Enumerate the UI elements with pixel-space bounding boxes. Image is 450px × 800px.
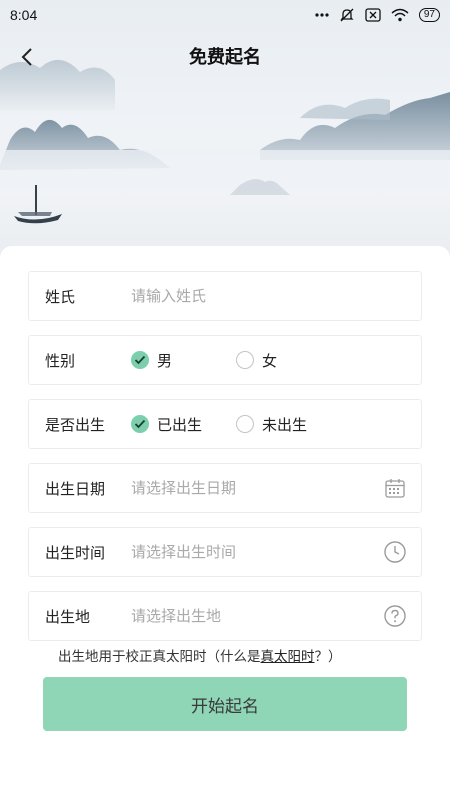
born-no-radio[interactable]: 未出生 xyxy=(236,414,307,435)
start-naming-button[interactable]: 开始起名 xyxy=(43,677,407,731)
gender-female-radio[interactable]: 女 xyxy=(236,350,277,371)
gender-radio-group: 男 女 xyxy=(131,350,421,371)
page-title: 免费起名 xyxy=(189,47,261,67)
note-suffix: ？） xyxy=(314,649,342,664)
mute-bell-icon xyxy=(339,7,355,23)
birth-time-input[interactable] xyxy=(131,543,375,561)
gender-male-radio[interactable]: 男 xyxy=(131,350,236,371)
born-no-label: 未出生 xyxy=(262,416,308,434)
birth-time-label: 出生时间 xyxy=(45,544,106,562)
gender-female-label: 女 xyxy=(262,352,278,370)
surname-label: 姓氏 xyxy=(45,288,76,306)
clock-icon[interactable] xyxy=(375,532,415,572)
chevron-left-icon xyxy=(21,48,32,66)
birth-date-label: 出生日期 xyxy=(45,480,106,498)
nav-bar: 免费起名 xyxy=(0,36,450,76)
surname-row: 姓氏 xyxy=(28,271,422,321)
birth-place-label: 出生地 xyxy=(45,608,91,626)
wifi-icon xyxy=(391,8,409,22)
born-yes-radio[interactable]: 已出生 xyxy=(131,414,236,435)
birth-place-row[interactable]: 出生地 xyxy=(28,591,422,641)
solar-time-note: 出生地用于校正真太阳时（什么是真太阳时？） xyxy=(58,645,342,665)
dots-icon xyxy=(315,13,329,17)
born-radio-group: 已出生 未出生 xyxy=(131,414,421,435)
surname-input[interactable] xyxy=(131,287,421,305)
battery-icon: 97 xyxy=(418,8,440,22)
gender-label: 性别 xyxy=(45,352,76,370)
birth-date-input[interactable] xyxy=(131,479,375,497)
check-icon xyxy=(131,351,149,369)
note-prefix: 出生地用于校正真太阳时（什么是 xyxy=(58,649,261,664)
radio-empty-icon xyxy=(236,415,254,433)
status-icons: 97 xyxy=(315,7,440,23)
gender-male-label: 男 xyxy=(157,352,173,370)
radio-empty-icon xyxy=(236,351,254,369)
born-label: 是否出生 xyxy=(45,416,106,434)
birth-date-row[interactable]: 出生日期 xyxy=(28,463,422,513)
status-bar: 8:04 97 xyxy=(0,0,450,30)
gender-row: 性别 男 女 xyxy=(28,335,422,385)
help-circle-icon[interactable] xyxy=(375,596,415,636)
check-icon xyxy=(131,415,149,433)
true-solar-time-link[interactable]: 真太阳时 xyxy=(261,649,315,664)
status-time: 8:04 xyxy=(10,7,38,23)
sim-x-icon xyxy=(365,8,381,22)
born-row: 是否出生 已出生 未出生 xyxy=(28,399,422,449)
birth-time-row[interactable]: 出生时间 xyxy=(28,527,422,577)
birth-place-input[interactable] xyxy=(131,607,375,625)
born-yes-label: 已出生 xyxy=(157,416,203,434)
calendar-icon[interactable] xyxy=(375,468,415,508)
back-button[interactable] xyxy=(12,42,42,72)
